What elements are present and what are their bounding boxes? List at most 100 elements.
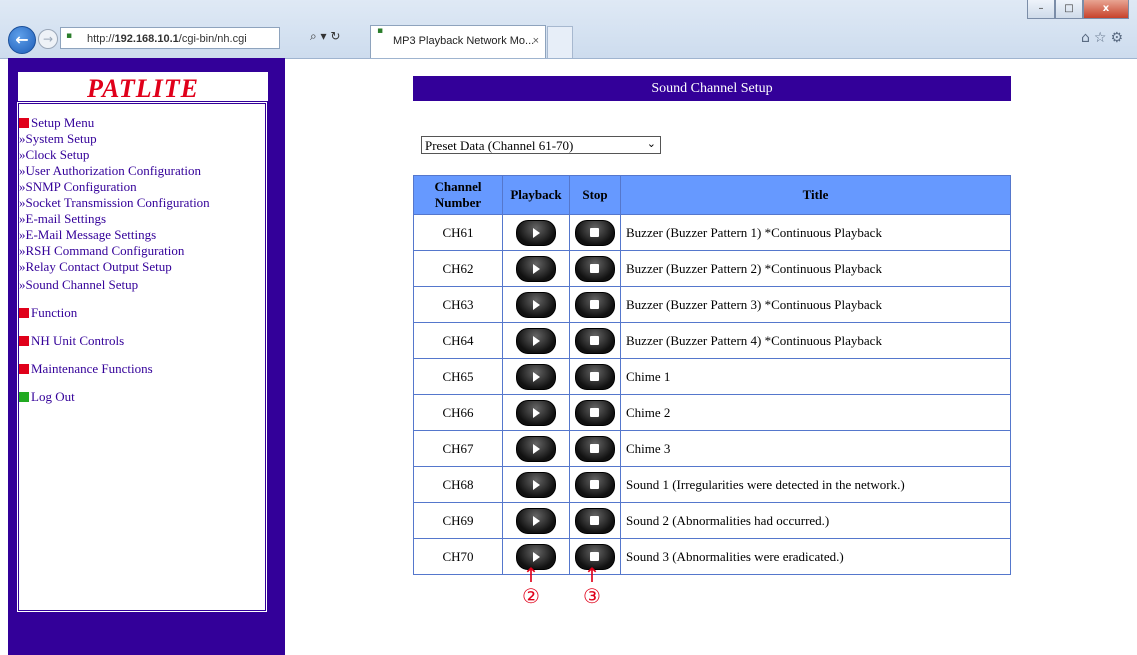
- play-icon: [533, 299, 540, 310]
- annotation-playback: ↑ ②: [519, 563, 543, 608]
- play-button[interactable]: [516, 255, 556, 282]
- sidebar-item-sound-channel[interactable]: »Sound Channel Setup: [19, 277, 267, 293]
- close-window-icon[interactable]: x: [1083, 0, 1129, 19]
- stop-icon: [590, 227, 599, 237]
- channel-table: Channel Number Playback Stop Title CH61 B…: [413, 175, 1011, 575]
- col-stop: Stop: [569, 175, 621, 215]
- stop-button[interactable]: [575, 435, 615, 462]
- table-row: CH66 Chime 2: [413, 394, 1011, 431]
- sidebar-item-socket-transmission[interactable]: »Socket Transmission Configuration: [19, 195, 267, 211]
- sidebar-item-snmp[interactable]: »SNMP Configuration: [19, 179, 267, 195]
- up-arrow-icon: ↑: [583, 563, 601, 587]
- play-button[interactable]: [516, 219, 556, 246]
- channel-number: CH66: [413, 394, 503, 431]
- back-arrow-icon[interactable]: ←: [8, 26, 36, 54]
- channel-number: CH70: [413, 538, 503, 575]
- play-icon: [533, 515, 540, 526]
- channel-title: Buzzer (Buzzer Pattern 3) *Continuous Pl…: [620, 286, 1011, 323]
- playback-cell: [502, 250, 570, 287]
- play-icon: [533, 407, 540, 418]
- stop-button[interactable]: [575, 507, 615, 534]
- stop-cell: [569, 430, 621, 467]
- stop-cell: [569, 322, 621, 359]
- play-icon: [533, 335, 540, 346]
- channel-number: CH69: [413, 502, 503, 539]
- preset-select[interactable]: Preset Data (Channel 61-70) ⌄: [421, 136, 661, 154]
- sidebar-item-relay-contact[interactable]: »Relay Contact Output Setup: [19, 259, 267, 275]
- sidebar-item-email-message[interactable]: »E-Mail Message Settings: [19, 227, 267, 243]
- red-square-icon: [19, 364, 29, 374]
- home-favorites-settings-icons[interactable]: ⌂☆⚙: [1081, 30, 1127, 46]
- play-button[interactable]: [516, 291, 556, 318]
- playback-cell: [502, 430, 570, 467]
- stop-button[interactable]: [575, 219, 615, 246]
- url-host: 192.168.10.1: [114, 33, 179, 45]
- logout-link[interactable]: Log Out: [19, 389, 267, 405]
- channel-title: Chime 1: [620, 358, 1011, 395]
- stop-icon: [590, 407, 599, 417]
- table-row: CH64 Buzzer (Buzzer Pattern 4) *Continuou…: [413, 322, 1011, 359]
- nh-unit-controls-heading[interactable]: NH Unit Controls: [19, 333, 267, 349]
- play-button[interactable]: [516, 399, 556, 426]
- playback-cell: [502, 286, 570, 323]
- tab-close-icon[interactable]: ×: [533, 26, 539, 56]
- sidebar-item-clock-setup[interactable]: »Clock Setup: [19, 147, 267, 163]
- play-button[interactable]: [516, 435, 556, 462]
- stop-button[interactable]: [575, 327, 615, 354]
- stop-icon: [590, 263, 599, 273]
- sidebar-item-rsh-command[interactable]: »RSH Command Configuration: [19, 243, 267, 259]
- play-icon: [533, 371, 540, 382]
- stop-icon: [590, 515, 599, 525]
- setup-menu-heading[interactable]: Setup Menu: [19, 115, 267, 131]
- stop-cell: [569, 250, 621, 287]
- preset-selected-value: Preset Data (Channel 61-70): [425, 138, 574, 153]
- site-favicon-icon: ▪: [66, 31, 73, 41]
- red-square-icon: [19, 118, 29, 128]
- sidebar-item-system-setup[interactable]: »System Setup: [19, 131, 267, 147]
- up-arrow-icon: ↑: [522, 563, 540, 587]
- tab-mp3-playback[interactable]: ▪ MP3 Playback Network Mo... ×: [370, 25, 546, 58]
- channel-title: Buzzer (Buzzer Pattern 4) *Continuous Pl…: [620, 322, 1011, 359]
- new-tab-button[interactable]: [547, 26, 573, 58]
- play-button[interactable]: [516, 363, 556, 390]
- play-icon: [533, 443, 540, 454]
- forward-arrow-icon[interactable]: →: [38, 29, 58, 49]
- channel-number: CH65: [413, 358, 503, 395]
- annotation-label: ②: [522, 584, 540, 608]
- address-bar[interactable]: http://192.168.10.1/cgi-bin/nh.cgi: [60, 27, 280, 49]
- play-button[interactable]: [516, 327, 556, 354]
- play-icon: [533, 551, 540, 562]
- channel-number: CH61: [413, 214, 503, 251]
- play-button[interactable]: [516, 507, 556, 534]
- stop-icon: [590, 443, 599, 453]
- minimize-icon[interactable]: –: [1027, 0, 1055, 19]
- stop-cell: [569, 214, 621, 251]
- stop-icon: [590, 551, 599, 561]
- channel-title: Sound 1 (Irregularities were detected in…: [620, 466, 1011, 503]
- stop-button[interactable]: [575, 291, 615, 318]
- window-controls: – □ x: [1027, 0, 1129, 19]
- play-icon: [533, 227, 540, 238]
- playback-cell: [502, 466, 570, 503]
- stop-button[interactable]: [575, 255, 615, 282]
- search-refresh-controls[interactable]: ⌕ ▾ ↻: [310, 29, 340, 44]
- sidebar-item-user-authorization[interactable]: »User Authorization Configuration: [19, 163, 267, 179]
- url-prefix: http://: [87, 33, 115, 45]
- stop-button[interactable]: [575, 363, 615, 390]
- tab-favicon-icon: ▪: [377, 26, 384, 36]
- channel-number: CH64: [413, 322, 503, 359]
- logout-label: Log Out: [31, 389, 75, 404]
- stop-button[interactable]: [575, 399, 615, 426]
- maintenance-heading[interactable]: Maintenance Functions: [19, 361, 267, 377]
- play-button[interactable]: [516, 471, 556, 498]
- table-row: CH68 Sound 1 (Irregularities were detecte…: [413, 466, 1011, 503]
- maximize-icon[interactable]: □: [1055, 0, 1083, 19]
- playback-cell: [502, 358, 570, 395]
- stop-icon: [590, 335, 599, 345]
- stop-button[interactable]: [575, 471, 615, 498]
- channel-title: Chime 2: [620, 394, 1011, 431]
- channel-number: CH67: [413, 430, 503, 467]
- sidebar-item-email-settings[interactable]: »E-mail Settings: [19, 211, 267, 227]
- function-label: Function: [31, 305, 78, 320]
- function-heading[interactable]: Function: [19, 305, 267, 321]
